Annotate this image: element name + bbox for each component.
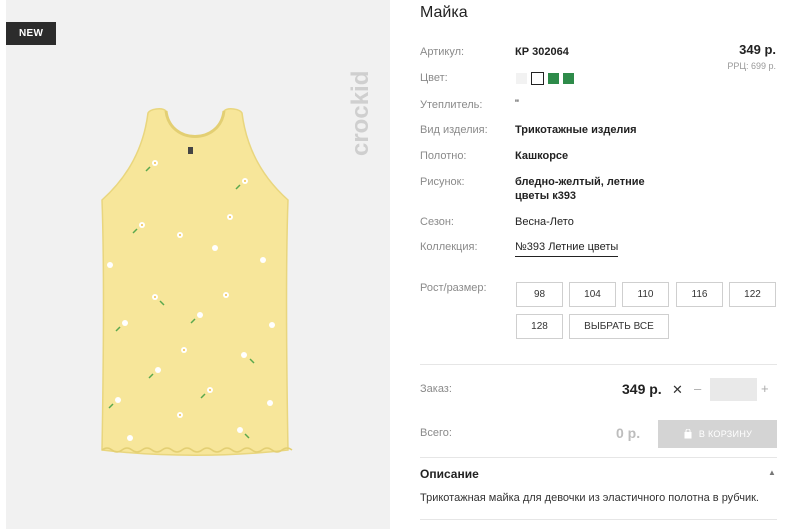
- new-badge: NEW: [6, 22, 57, 45]
- brand-logo: crockid: [347, 71, 374, 156]
- description-title[interactable]: Описание: [420, 467, 479, 481]
- fabric-value: Кашкорсе: [515, 150, 569, 162]
- total-label: Всего:: [420, 427, 452, 439]
- color-swatch-green[interactable]: [548, 73, 559, 84]
- cart-icon: [684, 429, 692, 439]
- pattern-value-line2: цветы к393: [515, 190, 577, 202]
- add-to-cart-label: В КОРЗИНУ: [698, 429, 753, 439]
- type-value: Трикотажные изделия: [515, 124, 637, 136]
- description-text: Трикотажная майка для девочки из эластич…: [420, 492, 759, 504]
- remove-icon[interactable]: ✕: [672, 382, 683, 398]
- price: 349 р.: [739, 42, 776, 57]
- product-image[interactable]: NEW crockid: [6, 0, 390, 529]
- quantity-input[interactable]: [710, 378, 757, 401]
- size-option[interactable]: 116: [676, 282, 723, 307]
- total-price: 0 р.: [616, 425, 641, 441]
- divider: [420, 519, 777, 520]
- increase-quantity-button[interactable]: +: [761, 381, 769, 396]
- tank-top-illustration: [101, 108, 293, 456]
- article-value: КР 302064: [515, 46, 569, 58]
- article-label: Артикул:: [420, 46, 465, 58]
- color-label: Цвет:: [420, 72, 448, 84]
- size-option[interactable]: 128: [516, 314, 563, 339]
- insulation-value: ": [515, 98, 519, 110]
- decrease-quantity-button[interactable]: –: [694, 381, 701, 396]
- divider: [420, 457, 777, 458]
- season-label: Сезон:: [420, 216, 454, 228]
- size-option[interactable]: 122: [729, 282, 776, 307]
- insulation-label: Утеплитель:: [420, 99, 483, 111]
- collection-label: Коллекция:: [420, 241, 478, 253]
- collection-link[interactable]: №393 Летние цветы: [515, 240, 619, 257]
- color-swatch-white[interactable]: [516, 73, 527, 84]
- product-title: Майка: [420, 4, 468, 21]
- season-value: Весна-Лето: [515, 216, 574, 228]
- color-swatch-selected[interactable]: [531, 72, 544, 85]
- size-option[interactable]: 110: [622, 282, 669, 307]
- pattern-value-line1: бледно-желтый, летние: [515, 176, 645, 188]
- rrp-price: РРЦ: 699 р.: [727, 61, 776, 71]
- order-label: Заказ:: [420, 383, 452, 395]
- svg-text:crockid: crockid: [347, 71, 374, 156]
- collapse-icon[interactable]: ▲: [768, 468, 776, 477]
- pattern-label: Рисунок:: [420, 176, 465, 188]
- type-label: Вид изделия:: [420, 124, 488, 136]
- divider: [420, 364, 777, 365]
- select-all-sizes-button[interactable]: ВЫБРАТЬ ВСЕ: [569, 314, 669, 339]
- size-option[interactable]: 104: [569, 282, 616, 307]
- size-label: Рост/размер:: [420, 282, 487, 294]
- add-to-cart-button[interactable]: В КОРЗИНУ: [658, 420, 777, 448]
- size-option[interactable]: 98: [516, 282, 563, 307]
- order-price: 349 р.: [622, 381, 662, 397]
- fabric-label: Полотно:: [420, 150, 467, 162]
- color-swatch-green[interactable]: [563, 73, 574, 84]
